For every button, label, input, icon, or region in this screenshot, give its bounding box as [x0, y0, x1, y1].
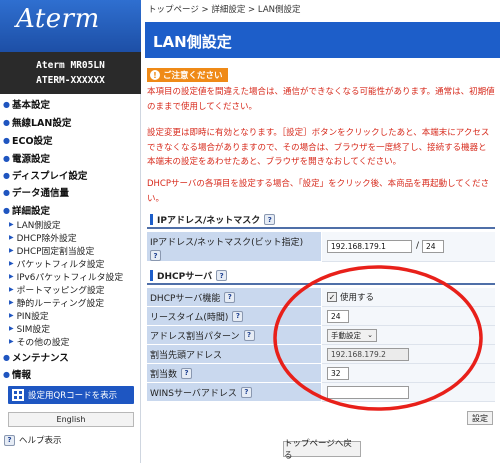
help-icon[interactable]: ? — [216, 270, 228, 281]
nav-sub-packet-filter[interactable]: ▶ パケットフィルタ設定 — [9, 257, 104, 270]
triangle-icon: ▶ — [9, 312, 14, 319]
qr-code-icon — [12, 389, 24, 401]
help-icon[interactable]: ? — [243, 329, 255, 341]
ip-address-label: IPアドレス/ネットマスク(ビット指定) — [150, 238, 304, 248]
nav-sub-dhcp-fixed[interactable]: ▶ DHCP固定割当設定 — [9, 244, 94, 257]
nav-basic-settings[interactable]: ● 基本設定 — [3, 97, 50, 112]
logo-banner: Aterm — [0, 0, 141, 52]
wins-server-input[interactable] — [327, 386, 409, 399]
arrow-down-icon: ● — [3, 205, 10, 215]
address-pattern-value-cell: 手動設定 ⌄ — [322, 326, 495, 345]
warning-text-1: 本項目の設定値を間違えた場合は、通信ができなくなる可能性があります。通常は、初期… — [147, 87, 495, 112]
dhcp-server-label-cell: DHCPサーバ機能 ? — [147, 288, 321, 307]
nav-advanced[interactable]: ● 詳細設定 — [3, 203, 50, 218]
triangle-icon: ▶ — [9, 234, 14, 241]
start-address-label-cell: 割当先頭アドレス — [147, 345, 321, 364]
address-pattern-label-cell: アドレス割当パターン ? — [147, 326, 321, 345]
ip-separator: / — [416, 241, 420, 251]
nav-sub-port-mapping[interactable]: ▶ ポートマッピング設定 — [9, 283, 105, 296]
breadcrumb: トップページ > 詳細設定 > LAN側設定 — [148, 5, 301, 15]
triangle-icon: ▶ — [9, 299, 14, 306]
nav-data-usage[interactable]: ● データ通信量 — [3, 185, 69, 200]
triangle-icon: ▶ — [9, 260, 14, 267]
wins-server-label-cell: WINSサーバアドレス ? — [147, 383, 321, 402]
help-icon[interactable]: ? — [181, 367, 193, 379]
nav-sub-ipv6-filter[interactable]: ▶ IPv6パケットフィルタ設定 — [9, 270, 123, 283]
page-title: LAN側設定 — [153, 33, 232, 51]
nav-info[interactable]: ● 情報 — [3, 367, 31, 382]
ip-address-value-cell: / — [322, 232, 495, 262]
section-dhcp-server: DHCPサーバ ? — [147, 268, 495, 285]
section-marker — [150, 214, 153, 225]
arrow-right-icon: ● — [3, 135, 10, 145]
model-name: Aterm MR05LN — [36, 60, 105, 71]
help-icon[interactable]: ? — [232, 310, 244, 322]
nav-maintenance[interactable]: ● メンテナンス — [3, 350, 69, 365]
triangle-icon: ▶ — [9, 221, 14, 228]
lease-time-label-cell: リースタイム(時間) ? — [147, 307, 321, 326]
arrow-right-icon: ● — [3, 117, 10, 127]
nav-sub-pin[interactable]: ▶ PIN設定 — [9, 309, 49, 322]
section-marker — [150, 270, 153, 281]
address-count-input[interactable] — [327, 367, 349, 380]
help-icon[interactable]: ? — [224, 291, 236, 303]
help-link[interactable]: ? ヘルプ表示 — [4, 434, 62, 446]
nav-power[interactable]: ● 電源設定 — [3, 151, 50, 166]
nav-wireless-lan[interactable]: ● 無線LAN設定 — [3, 115, 71, 130]
show-qr-code-button[interactable]: 設定用QRコードを表示 — [8, 386, 134, 404]
save-settings-button[interactable]: 設定 — [467, 411, 493, 425]
section-ip-address: IPアドレス/ネットマスク ? — [147, 212, 495, 229]
sidebar: Aterm Aterm MR05LN ATERM-XXXXXX ● 基本設定 ● 無… — [0, 0, 141, 463]
dhcp-server-checkbox[interactable]: ✓ 使用する — [327, 291, 374, 303]
chevron-down-icon: ⌄ — [367, 331, 373, 339]
address-count-value-cell — [322, 364, 495, 383]
arrow-right-icon: ● — [3, 170, 10, 180]
triangle-icon: ▶ — [9, 286, 14, 293]
address-pattern-select[interactable]: 手動設定 ⌄ — [327, 329, 377, 342]
address-count-label-cell: 割当数 ? — [147, 364, 321, 383]
help-icon[interactable]: ? — [150, 250, 161, 261]
warning-text-2: 設定変更は即時に有効となります。［設定］ボタンをクリックしたあと、本端末にアクセ… — [147, 128, 490, 167]
nav-sub-other[interactable]: ▶ その他の設定 — [9, 335, 69, 348]
arrow-right-icon: ● — [3, 352, 10, 362]
arrow-right-icon: ● — [3, 99, 10, 109]
nav-sub-sim[interactable]: ▶ SIM設定 — [9, 322, 50, 335]
triangle-icon: ▶ — [9, 338, 14, 345]
title-bar: LAN側設定 — [145, 22, 500, 58]
ip-address-input[interactable] — [327, 240, 412, 253]
arrow-right-icon: ● — [3, 187, 10, 197]
nav-sub-static-routing[interactable]: ▶ 静的ルーティング設定 — [9, 296, 104, 309]
arrow-right-icon: ● — [3, 369, 10, 379]
english-button[interactable]: English — [8, 412, 134, 427]
wins-server-value-cell — [322, 383, 495, 402]
lease-time-input[interactable] — [327, 310, 349, 323]
lease-time-value-cell — [322, 307, 495, 326]
triangle-icon: ▶ — [9, 325, 14, 332]
triangle-icon: ▶ — [9, 273, 14, 280]
nav-sub-dhcp-exclude[interactable]: ▶ DHCP除外設定 — [9, 231, 77, 244]
model-info: Aterm MR05LN ATERM-XXXXXX — [0, 52, 141, 94]
start-address-input[interactable] — [327, 348, 409, 361]
netmask-input[interactable] — [422, 240, 444, 253]
arrow-right-icon: ● — [3, 153, 10, 163]
checkmark-icon: ✓ — [327, 292, 337, 302]
warning-icon: ! — [150, 70, 160, 80]
nav-display[interactable]: ● ディスプレイ設定 — [3, 168, 87, 183]
notice-badge: ! ご注意ください — [147, 68, 228, 82]
nav-sub-lan[interactable]: ▶ LAN側設定 — [9, 218, 61, 231]
help-icon[interactable]: ? — [240, 386, 252, 398]
device-name: ATERM-XXXXXX — [36, 75, 105, 86]
back-to-top-button[interactable]: トップページへ戻る — [283, 439, 361, 461]
triangle-icon: ▶ — [9, 247, 14, 254]
warning-text-3: DHCPサーバの各項目を設定する場合、「設定」をクリック後、本商品を再起動してく… — [147, 179, 490, 204]
help-icon[interactable]: ? — [264, 214, 276, 225]
aterm-logo: Aterm — [16, 4, 100, 34]
dhcp-server-value-cell: ✓ 使用する — [322, 288, 495, 307]
help-icon: ? — [4, 434, 15, 446]
start-address-value-cell — [322, 345, 495, 364]
ip-address-label-cell: IPアドレス/ネットマスク(ビット指定) ? — [147, 232, 321, 262]
nav-eco[interactable]: ● ECO設定 — [3, 133, 53, 148]
